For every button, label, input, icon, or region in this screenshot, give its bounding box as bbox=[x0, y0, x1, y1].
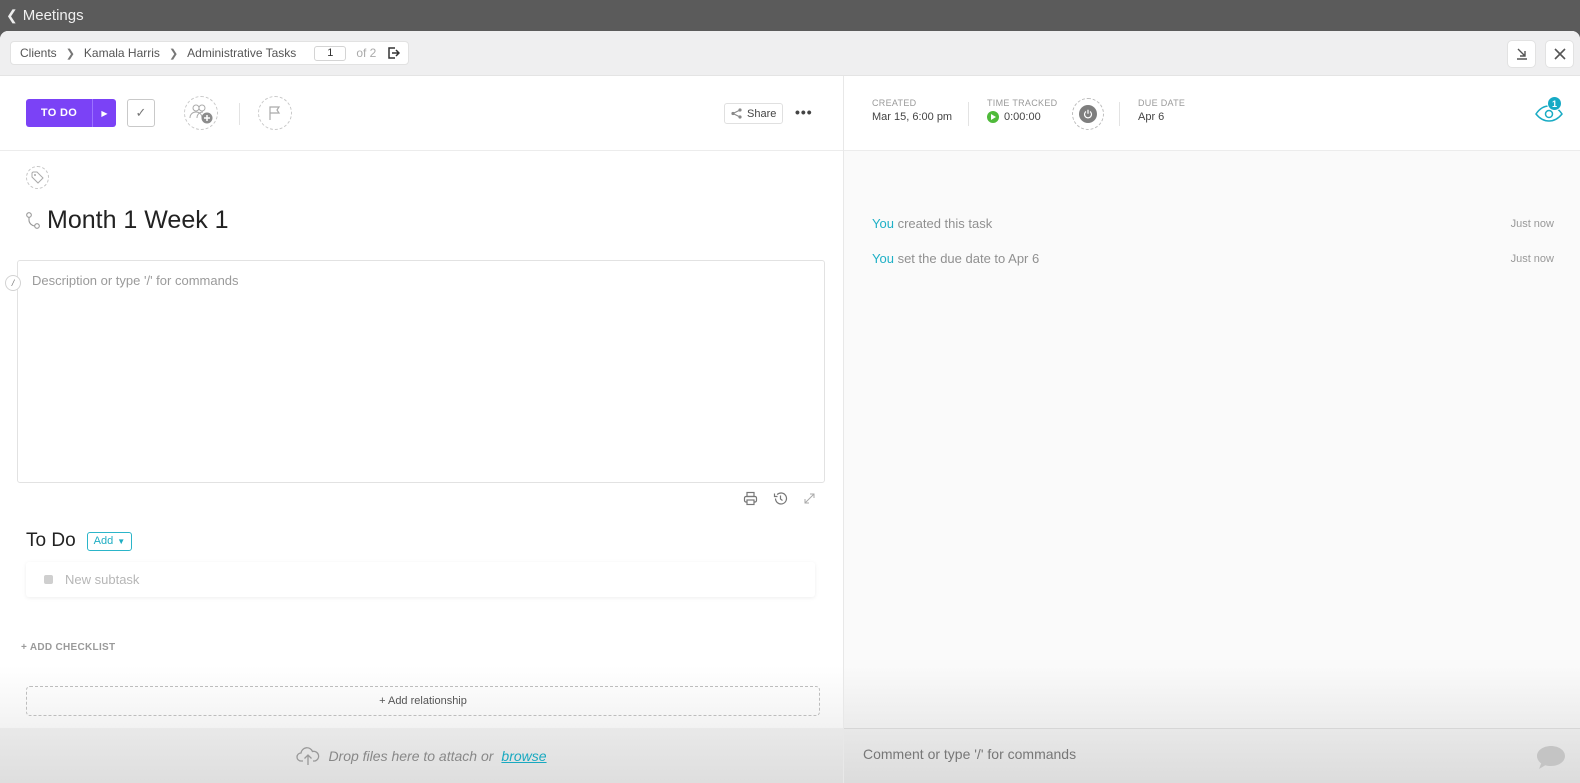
close-icon bbox=[1553, 48, 1566, 60]
add-assignee-icon bbox=[189, 104, 213, 124]
back-to-meetings[interactable]: ❮ Meetings bbox=[0, 0, 1580, 30]
new-subtask-placeholder: New subtask bbox=[65, 572, 140, 587]
minimize-icon bbox=[1516, 48, 1527, 60]
page-number-input[interactable]: 1 bbox=[314, 45, 347, 61]
add-subtask-dropdown[interactable]: Add ▼ bbox=[86, 531, 133, 551]
history-icon bbox=[773, 491, 787, 505]
chevron-right-icon: ❯ bbox=[65, 47, 75, 60]
breadcrumb: Clients ❯ Kamala Harris ❯ Administrative… bbox=[10, 41, 410, 65]
complete-button[interactable]: ✓ bbox=[127, 99, 155, 127]
chevron-left-icon: ❮ bbox=[6, 6, 18, 23]
add-label: Add bbox=[93, 535, 114, 547]
status-button[interactable]: TO DO ▶ bbox=[26, 99, 116, 127]
breadcrumb-item-kamala-harris[interactable]: Kamala Harris bbox=[84, 46, 160, 60]
slash-command-icon[interactable]: / bbox=[5, 275, 21, 291]
task-meta-bar: CREATED Mar 15, 6:00 pm TIME TRACKED 0:0… bbox=[844, 76, 1580, 151]
priority-button[interactable] bbox=[258, 96, 292, 130]
right-fade bbox=[844, 666, 1580, 730]
add-relationship-button[interactable]: + Add relationship bbox=[26, 686, 820, 716]
status-label[interactable]: TO DO bbox=[26, 99, 92, 127]
watchers-count-badge: 1 bbox=[1547, 96, 1562, 111]
power-icon bbox=[1083, 109, 1093, 119]
minimize-button[interactable] bbox=[1507, 40, 1536, 68]
activity-time: Just now bbox=[1510, 218, 1554, 230]
meta-divider bbox=[968, 102, 969, 126]
time-tracked-info: TIME TRACKED 0:00:00 bbox=[987, 98, 1057, 123]
expand-button[interactable] bbox=[800, 489, 818, 507]
play-icon bbox=[991, 114, 996, 120]
back-label: Meetings bbox=[22, 6, 84, 24]
comment-input[interactable]: Comment or type '/' for commands bbox=[844, 728, 1580, 783]
status-square-icon bbox=[44, 575, 53, 584]
attachment-dropzone[interactable]: Drop files here to attach or browse bbox=[0, 728, 843, 783]
history-button[interactable] bbox=[771, 489, 789, 507]
activity-actor[interactable]: You bbox=[872, 251, 894, 266]
task-detail-panel: TO DO ▶ ✓ Share ••• Month 1 Week 1 Descr… bbox=[0, 76, 843, 783]
created-value: Mar 15, 6:00 pm bbox=[872, 111, 953, 123]
time-tracked-label: TIME TRACKED bbox=[987, 98, 1058, 108]
subtask-route-icon bbox=[26, 211, 40, 229]
comment-bubble-icon[interactable] bbox=[1535, 744, 1567, 772]
time-tracked-value: 0:00:00 bbox=[1004, 111, 1041, 123]
toolbar-divider bbox=[239, 103, 240, 125]
comment-placeholder: Comment or type '/' for commands bbox=[863, 746, 1077, 762]
print-icon bbox=[743, 491, 757, 505]
due-date-info[interactable]: DUE DATE Apr 6 bbox=[1138, 98, 1185, 123]
add-checklist-button[interactable]: + ADD CHECKLIST bbox=[21, 642, 115, 653]
print-button[interactable] bbox=[741, 489, 759, 507]
modal-header: Clients ❯ Kamala Harris ❯ Administrative… bbox=[0, 31, 1580, 76]
task-modal: Clients ❯ Kamala Harris ❯ Administrative… bbox=[0, 31, 1580, 783]
new-subtask-input[interactable]: New subtask bbox=[26, 562, 815, 597]
next-task-icon[interactable] bbox=[386, 46, 401, 60]
meta-divider bbox=[1119, 102, 1120, 126]
assignee-button[interactable] bbox=[184, 96, 218, 130]
activity-text: set the due date to Apr 6 bbox=[897, 251, 1040, 266]
subtasks-header: To Do Add ▼ bbox=[26, 530, 133, 552]
close-button[interactable] bbox=[1545, 40, 1574, 68]
checkmark-icon: ✓ bbox=[135, 105, 147, 120]
activity-item: You set the due date to Apr 6 bbox=[872, 251, 1039, 266]
due-date-label: DUE DATE bbox=[1138, 98, 1186, 108]
share-button[interactable]: Share bbox=[724, 103, 784, 124]
share-label: Share bbox=[747, 107, 777, 120]
task-title-row: Month 1 Week 1 bbox=[25, 206, 229, 235]
watchers-button[interactable]: 1 bbox=[1535, 96, 1563, 127]
cloud-upload-icon bbox=[296, 746, 320, 765]
drop-text: Drop files here to attach or bbox=[328, 747, 494, 764]
more-options-button[interactable]: ••• bbox=[795, 104, 813, 120]
add-tag-button[interactable] bbox=[26, 166, 49, 189]
activity-text: created this task bbox=[897, 216, 993, 231]
activity-actor[interactable]: You bbox=[872, 216, 894, 231]
task-title[interactable]: Month 1 Week 1 bbox=[47, 206, 229, 235]
chevron-right-icon: ❯ bbox=[168, 47, 179, 60]
subtasks-section-label: To Do bbox=[26, 530, 76, 551]
page-total: of 2 bbox=[356, 46, 377, 60]
due-date-value[interactable]: Apr 6 bbox=[1138, 111, 1185, 123]
created-info: CREATED Mar 15, 6:00 pm bbox=[872, 98, 952, 123]
start-timer-button[interactable] bbox=[987, 111, 999, 123]
expand-icon bbox=[804, 493, 814, 503]
created-label: CREATED bbox=[872, 98, 917, 108]
next-status-icon[interactable]: ▶ bbox=[92, 99, 116, 127]
breadcrumb-item-clients[interactable]: Clients bbox=[20, 46, 57, 60]
share-icon bbox=[731, 108, 742, 119]
browse-link[interactable]: browse bbox=[501, 748, 546, 764]
tag-icon bbox=[31, 171, 44, 184]
breadcrumb-item-administrative-tasks[interactable]: Administrative Tasks bbox=[187, 46, 296, 60]
task-toolbar: TO DO ▶ ✓ Share ••• bbox=[0, 76, 843, 151]
activity-time: Just now bbox=[1510, 253, 1554, 265]
time-estimate-button[interactable] bbox=[1072, 98, 1104, 130]
activity-item: You created this task bbox=[872, 216, 992, 231]
caret-down-icon: ▼ bbox=[117, 536, 126, 546]
description-editor[interactable]: Description or type '/' for commands bbox=[17, 260, 825, 483]
activity-panel: CREATED Mar 15, 6:00 pm TIME TRACKED 0:0… bbox=[843, 76, 1580, 783]
flag-icon bbox=[269, 106, 281, 120]
